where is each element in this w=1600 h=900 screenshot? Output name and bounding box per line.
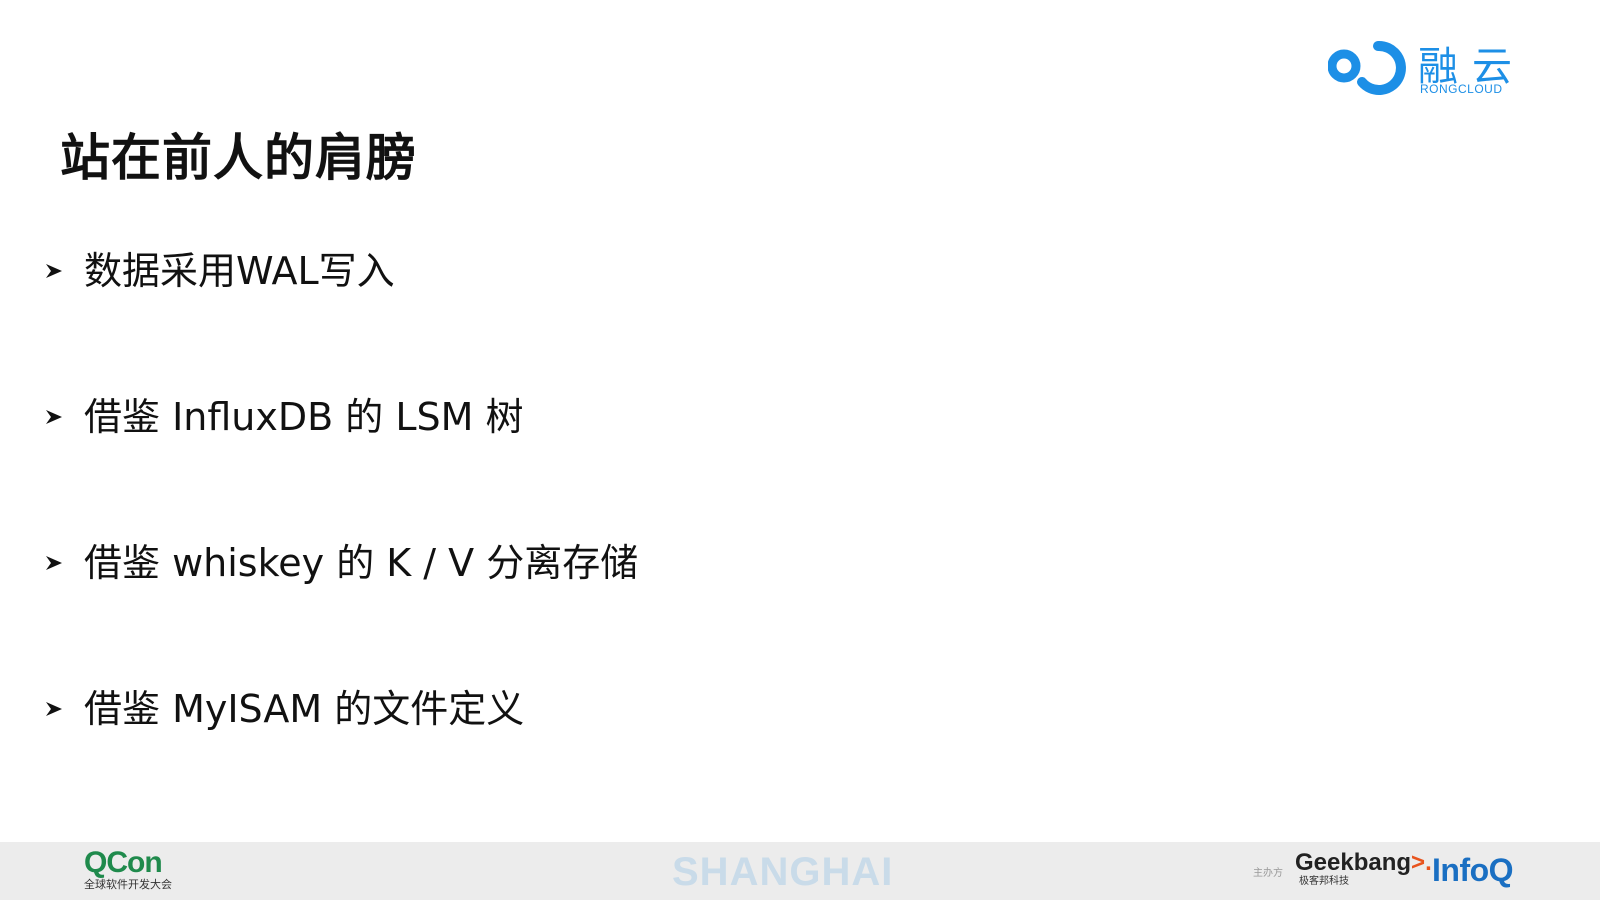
organizer-label: 主办方 <box>1253 868 1283 879</box>
bullet-item: 借鉴 InfluxDB 的 LSM 树 <box>44 394 638 540</box>
bullet-item: 数据采用WAL写入 <box>44 248 638 394</box>
logo-english-name: RONGCLOUD <box>1420 82 1503 96</box>
bullet-list: 数据采用WAL写入 借鉴 InfluxDB 的 LSM 树 借鉴 whiskey… <box>44 248 638 832</box>
bullet-text: 借鉴 whiskey 的 K / V 分离存储 <box>84 541 639 585</box>
qcon-subtitle: 全球软件开发大会 <box>84 878 172 891</box>
infoq-logo: InfoQ <box>1432 852 1514 888</box>
geekbang-chevron: >. <box>1411 849 1432 876</box>
qcon-logo: QCon 全球软件开发大会 <box>84 848 172 892</box>
footer-bar: QCon 全球软件开发大会 SHANGHAI 主办方 Geekbang>. 极客… <box>0 842 1600 900</box>
geekbang-logo: Geekbang>. 极客邦科技 <box>1295 850 1432 888</box>
rongcloud-logo-mark-icon <box>1328 41 1406 95</box>
arrow-bullet-icon <box>44 248 84 294</box>
geekbang-name: Geekbang <box>1295 849 1412 876</box>
slide-title: 站在前人的肩膀 <box>60 129 417 187</box>
qcon-name: QCon <box>84 846 163 879</box>
bullet-text: 借鉴 MyISAM 的文件定义 <box>84 687 525 731</box>
arrow-bullet-icon <box>44 540 84 586</box>
city-label: SHANGHAI <box>672 850 894 894</box>
rongcloud-logo: 融云 RONGCLOUD <box>1328 34 1528 104</box>
geekbang-subtitle: 极客邦科技 <box>1299 876 1349 887</box>
bullet-text: 数据采用WAL写入 <box>84 249 395 293</box>
bullet-item: 借鉴 whiskey 的 K / V 分离存储 <box>44 540 638 686</box>
arrow-bullet-icon <box>44 394 84 440</box>
bullet-text: 借鉴 InfluxDB 的 LSM 树 <box>84 395 524 439</box>
bullet-item: 借鉴 MyISAM 的文件定义 <box>44 686 638 832</box>
arrow-bullet-icon <box>44 686 84 732</box>
